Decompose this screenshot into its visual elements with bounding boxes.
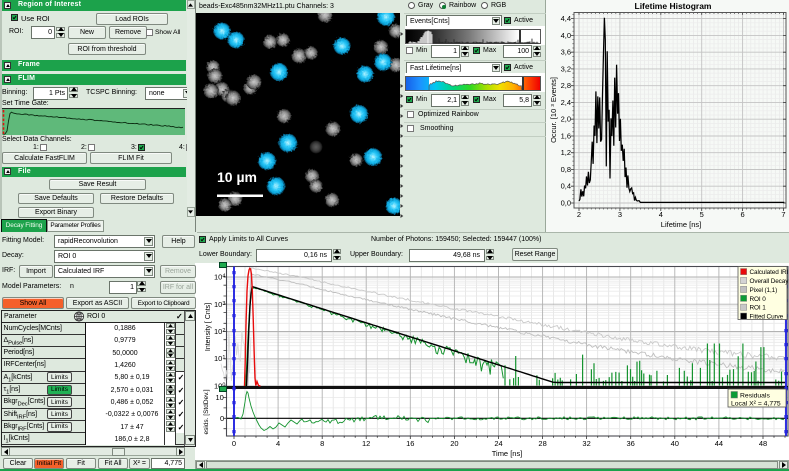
svg-text:8: 8 [320,439,324,448]
svg-text:4,0: 4,0 [561,31,571,40]
svg-text:101: 101 [214,354,225,363]
svg-text:Calculated IRI: Calculated IRI [750,269,789,276]
svg-text:20: 20 [450,439,458,448]
svg-text:7: 7 [781,210,785,219]
svg-text:ROI 1: ROI 1 [750,305,767,312]
svg-text:2,8: 2,8 [561,81,571,90]
svg-text:1,2: 1,2 [561,148,571,157]
svg-text:0,0: 0,0 [561,199,571,208]
svg-text:104: 104 [214,273,225,282]
svg-text:10: 10 [216,393,224,402]
svg-text:4,4: 4,4 [561,14,571,23]
svg-text:48: 48 [759,439,767,448]
svg-text:28: 28 [538,439,546,448]
svg-text:10 µm: 10 µm [217,169,257,185]
svg-text:5: 5 [700,210,704,219]
svg-text:Intensity [ Cnts]: Intensity [ Cnts] [205,303,212,351]
svg-text:6: 6 [741,210,745,219]
svg-text:1,6: 1,6 [561,132,571,141]
svg-text:0,8: 0,8 [561,165,571,174]
svg-text:Overall Decay: Overall Decay [750,278,789,285]
svg-text:3,2: 3,2 [561,64,571,73]
svg-text:0: 0 [232,439,236,448]
svg-text:16: 16 [406,439,414,448]
svg-text:103: 103 [214,300,225,309]
svg-text:Pixel (1,1): Pixel (1,1) [750,287,778,294]
svg-text:3,6: 3,6 [561,48,571,57]
svg-text:0,4: 0,4 [561,182,571,191]
svg-text:Time [ns]: Time [ns] [492,449,523,458]
svg-text:0: 0 [220,414,224,423]
svg-text:Occur. [10 ³ Events]: Occur. [10 ³ Events] [549,77,558,143]
svg-text:3: 3 [618,210,622,219]
svg-text:44: 44 [715,439,723,448]
svg-text:esids. [StdDev.]: esids. [StdDev.] [203,389,210,434]
svg-text:Fitted Curve: Fitted Curve [750,314,784,321]
svg-text:2,0: 2,0 [561,115,571,124]
svg-text:102: 102 [214,327,225,336]
svg-text:2: 2 [577,210,581,219]
svg-text:Lifetime [ns]: Lifetime [ns] [661,220,701,229]
svg-text:24: 24 [494,439,502,448]
svg-text:Local X² = 4,775: Local X² = 4,775 [731,401,781,408]
svg-text:ROI 0: ROI 0 [750,296,767,303]
svg-text:40: 40 [671,439,679,448]
svg-text:4: 4 [276,439,280,448]
svg-text:Lifetime Histogram: Lifetime Histogram [635,1,712,11]
svg-text:2,4: 2,4 [561,98,571,107]
svg-text:Residuals: Residuals [740,393,770,400]
svg-text:12: 12 [362,439,370,448]
svg-text:32: 32 [582,439,590,448]
svg-text:36: 36 [627,439,635,448]
svg-text:4: 4 [659,210,663,219]
